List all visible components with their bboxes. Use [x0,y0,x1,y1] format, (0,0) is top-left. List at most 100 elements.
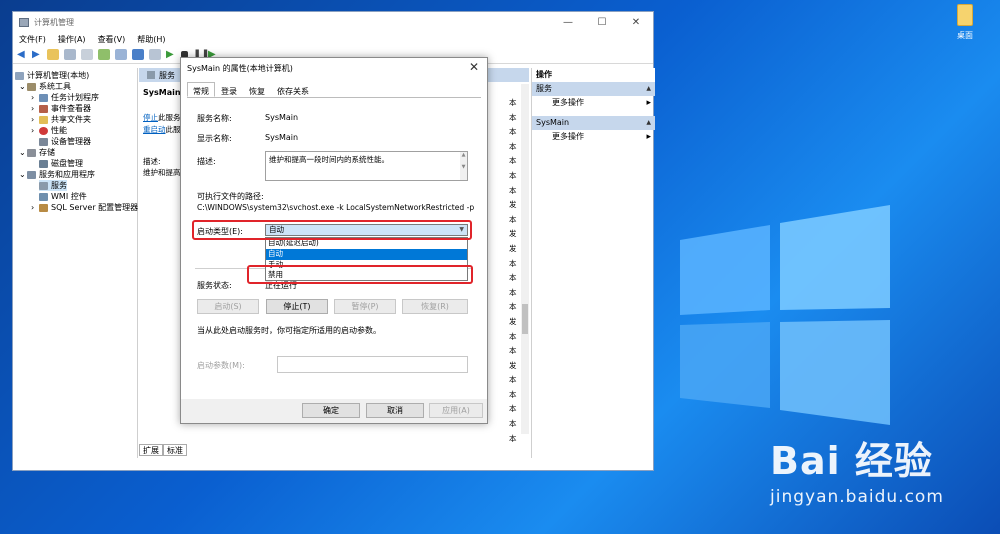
resume-button[interactable]: 恢复(R) [402,299,468,314]
tree-event-viewer[interactable]: › 事件查看器 [31,103,91,114]
window-controls: — ☐ ✕ [551,12,653,32]
tree-disk-management[interactable]: 磁盘管理 [39,158,83,169]
services-header-icon [147,71,155,79]
description-field-label: 描述: [197,157,216,166]
more-actions-services[interactable]: 更多操作 [532,96,655,110]
menu-file[interactable]: 文件(F) [19,34,46,45]
close-button[interactable]: ✕ [619,12,653,32]
tree-system-tools[interactable]: ⌄ 系统工具 [19,81,71,92]
scrollbar-thumb[interactable] [522,304,528,334]
computer-icon [15,71,24,80]
pause-button[interactable]: 暂停(P) [334,299,396,314]
navigation-tree: 计算机管理(本地) ⌄ 系统工具 › 任务计划程序 › 事件查看器 › 共享文件… [13,68,138,458]
service-name-value: SysMain [265,113,299,122]
properties-icon[interactable] [81,49,93,60]
tab-general[interactable]: 常规 [187,82,215,97]
folder-icon [957,4,973,26]
stop-service-link[interactable]: 停止 [143,113,158,122]
view-icon[interactable] [149,49,161,60]
export-icon[interactable] [115,49,127,60]
description-textbox[interactable]: 维护和提高一段时间内的系统性能。 ▲ ▼ [265,151,468,181]
description-text: 维护和提高一段时间内的系统性能。 [269,155,389,164]
tree-services-apps[interactable]: ⌄ 服务和应用程序 [19,169,95,180]
tree-label: SQL Server 配置管理器 [51,203,139,212]
tools-icon [27,82,36,91]
service-status-label: 服务状态: [197,281,232,290]
services-header-label: 服务 [159,70,175,80]
wmi-icon [39,192,48,201]
tree-label: 磁盘管理 [51,159,83,168]
start-params-input[interactable] [277,356,468,373]
option-auto[interactable]: 自动 [266,248,467,260]
tree-label: WMI 控件 [51,192,87,201]
tree-performance[interactable]: › 性能 [31,125,67,136]
tree-shared-folders[interactable]: › 共享文件夹 [31,114,91,125]
tree-wmi[interactable]: WMI 控件 [39,191,87,202]
desktop-icon-label: 桌面 [957,31,973,40]
vertical-scrollbar[interactable] [521,84,529,434]
actions-header: 操作 [532,68,655,82]
description-snippet: 维护和提高 [143,168,181,177]
start-button[interactable]: 启动(S) [197,299,259,314]
service-name-label: 服务名称: [197,114,232,123]
tree-label: 服务和应用程序 [39,170,95,179]
stop-service-line: 停止此服务 [143,112,181,123]
maximize-button[interactable]: ☐ [585,12,619,32]
restart-service-link[interactable]: 重启动 [143,125,166,134]
tab-recovery[interactable]: 恢复 [243,82,271,97]
shared-folder-icon [39,115,48,124]
tree-label: 设备管理器 [51,137,91,146]
tree-device-manager[interactable]: 设备管理器 [39,136,91,147]
stop-button[interactable]: 停止(T) [266,299,328,314]
annotation-disabled-option-box [247,265,473,284]
show-hide-tree-icon[interactable] [64,49,76,60]
more-actions-sysmain[interactable]: 更多操作 [532,130,655,144]
selected-service-name: SysMain [143,88,181,97]
back-icon[interactable]: ◀ [17,49,27,60]
exe-path-value: C:\WINDOWS\system32\svchost.exe -k Local… [197,203,475,212]
cancel-button[interactable]: 取消 [366,403,424,418]
tree-sql[interactable]: › SQL Server 配置管理器 [31,202,138,213]
watermark-brand: Bai 经验 [770,439,933,483]
refresh-icon[interactable] [98,49,110,60]
dialog-title: SysMain 的属性(本地计算机) [187,64,293,73]
actions-section-sysmain[interactable]: SysMain [532,116,655,130]
exe-path-label: 可执行文件的路径: [197,192,264,201]
services-gear-icon [39,181,48,190]
desktop-folder-icon[interactable]: 桌面 [951,4,979,41]
baidu-watermark: Bai 经验 jingyan.baidu.com [770,430,944,507]
dialog-close-icon[interactable]: ✕ [469,60,479,74]
menu-action[interactable]: 操作(A) [58,34,86,45]
minimize-button[interactable]: — [551,12,585,32]
tab-logon[interactable]: 登录 [215,82,243,97]
tree-label: 共享文件夹 [51,115,91,124]
description-scrollbar[interactable]: ▲ ▼ [460,152,467,180]
up-folder-icon[interactable] [47,49,59,60]
help-icon[interactable] [132,49,144,60]
menu-help[interactable]: 帮助(H) [137,34,165,45]
apply-button[interactable]: 应用(A) [429,403,483,418]
services-apps-icon [27,170,36,179]
annotation-startup-type-box [192,220,472,240]
tree-services[interactable]: 服务 [39,180,67,191]
tree-storage[interactable]: ⌄ 存储 [19,147,55,158]
actions-section-services[interactable]: 服务 [532,82,655,96]
disk-icon [39,159,48,168]
ok-button[interactable]: 确定 [302,403,360,418]
description-label: 描述: [143,157,161,166]
tree-task-scheduler[interactable]: › 任务计划程序 [31,92,99,103]
tab-divider [187,97,481,98]
tab-extended[interactable]: 扩展 [139,444,163,456]
actions-pane: 操作 服务 更多操作 SysMain 更多操作 [531,68,655,458]
window-title: 计算机管理 [34,17,74,27]
start-params-label: 启动参数(M): [197,361,245,370]
tree-label: 服务 [51,181,67,190]
event-log-icon [39,104,48,113]
forward-icon[interactable]: ▶ [32,49,42,60]
menu-view[interactable]: 查看(V) [98,34,126,45]
view-tabs: 扩展 标准 [139,444,187,456]
play-icon[interactable]: ▶ [166,49,176,60]
tree-root[interactable]: 计算机管理(本地) [15,70,89,81]
tab-standard[interactable]: 标准 [163,444,187,456]
tab-dependencies[interactable]: 依存关系 [271,82,315,97]
